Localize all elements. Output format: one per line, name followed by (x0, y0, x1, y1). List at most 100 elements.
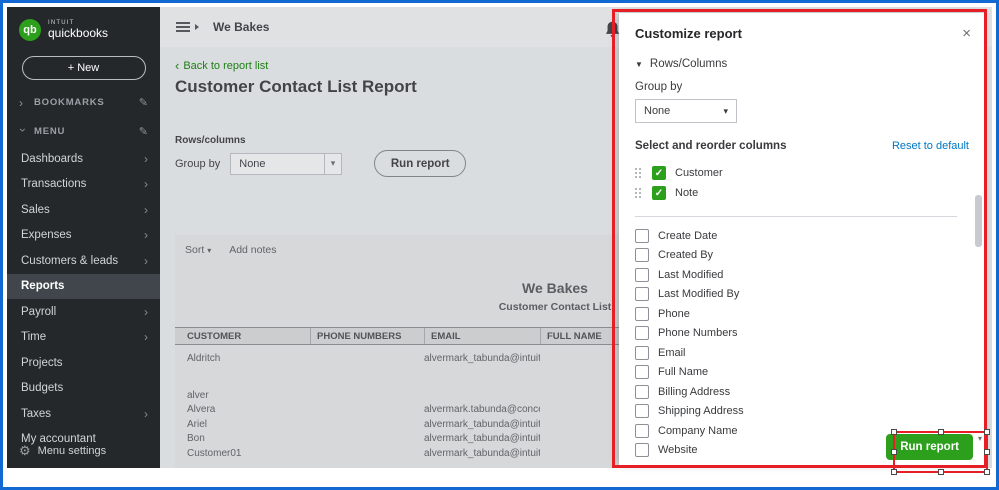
sidebar-item-label: Sales (21, 204, 144, 216)
chevron-down-icon: ▾ (723, 106, 728, 117)
sidebar-item-label: Dashboards (21, 153, 144, 165)
checkbox-checked-icon[interactable]: ✓ (652, 186, 666, 200)
sidebar-item-projects[interactable]: Projects (7, 350, 160, 376)
sidebar-item-label: Reports (21, 280, 148, 292)
app-window: qb INTUIT quickbooks + New › BOOKMARKS ✎… (7, 7, 992, 483)
selection-handle (891, 469, 897, 475)
column-option-last-modified-by[interactable]: Last Modified By (635, 285, 969, 305)
chevron-right-icon: › (144, 254, 148, 268)
scrollbar-down-arrow-icon[interactable]: ▾ (978, 434, 982, 443)
sidebar: qb INTUIT quickbooks + New › BOOKMARKS ✎… (7, 7, 160, 468)
checkbox-unchecked-icon[interactable] (635, 287, 649, 301)
quickbooks-logo: qb INTUIT quickbooks (7, 7, 160, 41)
checkbox-unchecked-icon[interactable] (635, 346, 649, 360)
sidebar-bookmarks-header[interactable]: › BOOKMARKS ✎ (7, 88, 160, 117)
column-option-create-date[interactable]: Create Date (635, 226, 969, 246)
sidebar-item-sales[interactable]: Sales› (7, 197, 160, 223)
unchecked-columns-list: Create DateCreated ByLast Modified Last M… (619, 217, 985, 460)
checkbox-unchecked-icon[interactable] (635, 385, 649, 399)
sidebar-item-label: Time (21, 331, 144, 343)
panel-group-by-select[interactable]: None ▾ (635, 99, 737, 123)
sidebar-item-dashboards[interactable]: Dashboards› (7, 146, 160, 172)
panel-group-by-label: Group by (619, 70, 985, 93)
triangle-down-icon: ▼ (635, 60, 643, 69)
checkbox-unchecked-icon[interactable] (635, 443, 649, 457)
new-button[interactable]: + New (22, 56, 146, 80)
sidebar-menu-header[interactable]: › MENU ✎ (7, 117, 160, 146)
checkbox-checked-icon[interactable]: ✓ (652, 166, 666, 180)
sidebar-item-label: Taxes (21, 408, 144, 420)
select-reorder-row: Select and reorder columns Reset to defa… (619, 123, 985, 152)
checkbox-unchecked-icon[interactable] (635, 365, 649, 379)
menu-settings-label: Menu settings (38, 445, 106, 457)
sidebar-item-customers-leads[interactable]: Customers & leads› (7, 248, 160, 274)
customize-report-panel: Customize report × ▼ Rows/Columns Group … (619, 13, 985, 465)
reset-to-default-link[interactable]: Reset to default (892, 140, 969, 152)
sidebar-item-label: Budgets (21, 382, 148, 394)
bookmarks-label: BOOKMARKS (34, 97, 132, 108)
checkbox-unchecked-icon[interactable] (635, 424, 649, 438)
chevron-right-icon: › (144, 305, 148, 319)
column-option-email[interactable]: Email (635, 343, 969, 363)
column-option-full-name[interactable]: Full Name (635, 363, 969, 383)
column-option-label: Billing Address (658, 386, 730, 398)
select-reorder-label: Select and reorder columns (635, 140, 786, 152)
column-option-created-by[interactable]: Created By (635, 246, 969, 266)
checkbox-unchecked-icon[interactable] (635, 404, 649, 418)
column-option-phone-numbers[interactable]: Phone Numbers (635, 324, 969, 344)
column-option-label: Last Modified By (658, 288, 739, 300)
panel-group-by-value: None (644, 105, 670, 117)
checkbox-unchecked-icon[interactable] (635, 248, 649, 262)
column-option-label: Customer (675, 167, 723, 179)
menu-label: MENU (34, 126, 132, 137)
close-icon[interactable]: × (962, 26, 971, 41)
scrollbar-thumb[interactable] (975, 195, 982, 247)
sidebar-item-label: Transactions (21, 178, 144, 190)
edit-pencil-icon[interactable]: ✎ (139, 96, 148, 109)
column-option-last-modified[interactable]: Last Modified (635, 265, 969, 285)
sidebar-item-time[interactable]: Time› (7, 325, 160, 351)
panel-scrollbar[interactable]: ▾ (973, 191, 983, 443)
column-option-label: Note (675, 187, 698, 199)
sidebar-item-payroll[interactable]: Payroll› (7, 299, 160, 325)
chevron-right-icon: › (144, 407, 148, 421)
sidebar-item-transactions[interactable]: Transactions› (7, 172, 160, 198)
chevron-down-icon: › (17, 128, 29, 136)
column-option-shipping-address[interactable]: Shipping Address (635, 402, 969, 422)
checkbox-unchecked-icon[interactable] (635, 326, 649, 340)
sidebar-item-expenses[interactable]: Expenses› (7, 223, 160, 249)
panel-title: Customize report (635, 26, 742, 41)
column-option-phone[interactable]: Phone (635, 304, 969, 324)
sidebar-item-reports[interactable]: Reports (7, 274, 160, 300)
selection-handle (938, 469, 944, 475)
quickbooks-logo-text: INTUIT quickbooks (48, 20, 108, 41)
sidebar-item-label: Projects (21, 357, 148, 369)
menu-settings-button[interactable]: ⚙ Menu settings (7, 443, 118, 459)
column-option-label: Phone (658, 308, 690, 320)
rows-columns-section-label: Rows/Columns (650, 58, 727, 70)
column-option-label: Full Name (658, 366, 708, 378)
panel-run-report-button[interactable]: Run report (886, 434, 973, 460)
drag-dots (635, 168, 637, 170)
column-option-note[interactable]: ✓ Note (635, 183, 969, 203)
sidebar-item-taxes[interactable]: Taxes› (7, 401, 160, 427)
column-option-customer[interactable]: ✓ Customer (635, 163, 969, 183)
drag-dots (635, 188, 637, 190)
column-option-billing-address[interactable]: Billing Address (635, 382, 969, 402)
chevron-right-icon: › (144, 152, 148, 166)
column-option-label: Company Name (658, 425, 737, 437)
edit-pencil-icon[interactable]: ✎ (139, 125, 148, 138)
sidebar-item-budgets[interactable]: Budgets (7, 376, 160, 402)
checkbox-unchecked-icon[interactable] (635, 229, 649, 243)
checkbox-unchecked-icon[interactable] (635, 307, 649, 321)
selection-handle (984, 469, 990, 475)
column-option-label: Phone Numbers (658, 327, 738, 339)
chevron-right-icon: › (144, 177, 148, 191)
checkbox-unchecked-icon[interactable] (635, 268, 649, 282)
sidebar-item-label: Payroll (21, 306, 144, 318)
panel-header: Customize report × (619, 13, 985, 41)
column-option-label: Email (658, 347, 686, 359)
rows-columns-section-toggle[interactable]: ▼ Rows/Columns (619, 41, 985, 70)
checked-columns-list: ✓ Customer ✓ Note (619, 152, 985, 203)
column-option-label: Shipping Address (658, 405, 744, 417)
